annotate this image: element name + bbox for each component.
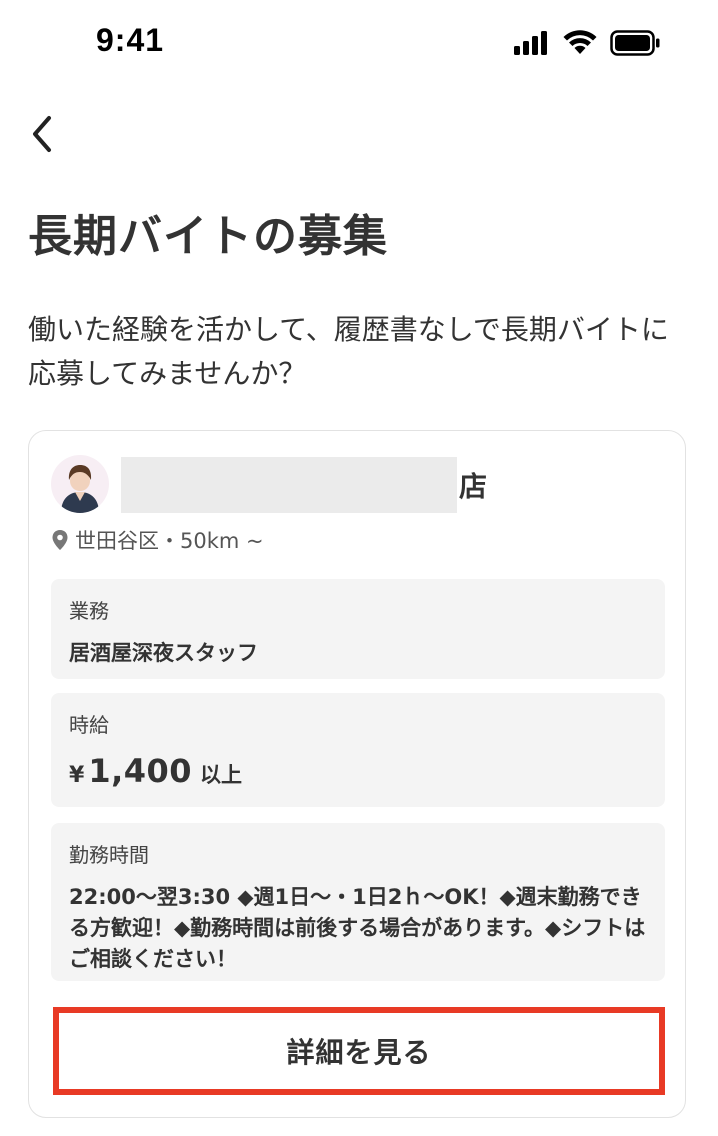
task-info: 業務 居酒屋深夜スタッフ (51, 579, 665, 679)
location-row: 世田谷区・50km ~ (51, 525, 264, 555)
task-label: 業務 (69, 599, 109, 623)
wage-row: ¥ 1,400 以上 (69, 752, 647, 790)
wifi-icon (563, 30, 597, 54)
wage-amount: 1,400 (88, 752, 193, 790)
status-time: 9:41 (96, 22, 165, 58)
task-value: 居酒屋深夜スタッフ (69, 641, 258, 665)
status-icons (514, 30, 660, 56)
location-text: 世田谷区・50km ~ (75, 529, 264, 553)
back-button[interactable] (14, 106, 70, 162)
person-avatar-icon (61, 465, 99, 513)
hours-value: 22:00〜翌3:30 ◆週1日〜・1日2ｈ〜OK！◆週末勤務できる方歓迎！◆勤… (69, 885, 646, 971)
avatar (51, 455, 109, 513)
page-title: 長期バイトの募集 (28, 211, 388, 262)
cellular-signal-icon (514, 31, 547, 55)
view-details-button[interactable]: 詳細を見る (53, 1007, 665, 1095)
wage-suffix: 以上 (200, 763, 243, 787)
store-name-suffix: 店 (459, 470, 488, 503)
battery-icon (610, 30, 660, 56)
store-name-redacted (121, 457, 457, 513)
status-bar: 9:41 (0, 0, 718, 90)
wage-currency: ¥ (69, 763, 85, 788)
wage-label: 時給 (69, 713, 109, 737)
hours-info: 勤務時間 22:00〜翌3:30 ◆週1日〜・1日2ｈ〜OK！◆週末勤務できる方… (51, 823, 665, 981)
hours-label: 勤務時間 (69, 843, 149, 867)
location-pin-icon (52, 530, 68, 550)
job-card: 店 世田谷区・50km ~ 業務 居酒屋深夜スタッフ 時給 ¥ 1,400 以上… (28, 430, 686, 1118)
page-description: 働いた経験を活かして、履歴書なしで長期バイトに応募してみませんか？ (28, 313, 669, 390)
chevron-left-icon (33, 116, 51, 152)
wage-info: 時給 ¥ 1,400 以上 (51, 693, 665, 807)
